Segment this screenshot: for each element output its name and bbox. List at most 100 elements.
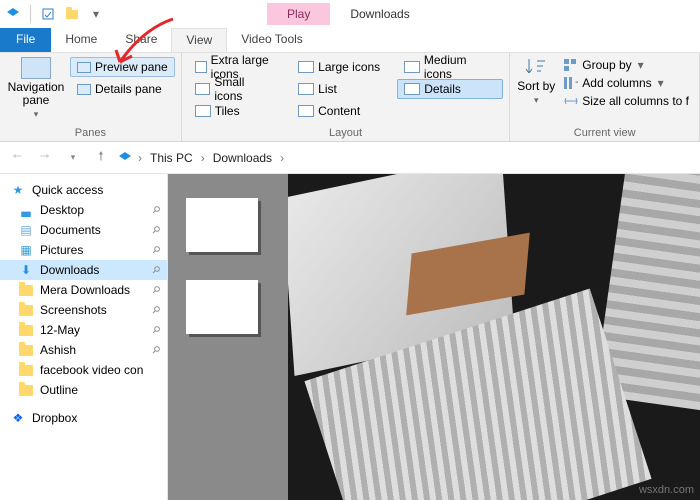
group-by-button[interactable]: Group by▾ <box>560 57 693 73</box>
sidebar-dropbox[interactable]: ❖Dropbox <box>0 408 167 428</box>
sidebar-item-ashish[interactable]: Ashish⚲ <box>0 340 167 360</box>
sidebar-item-outline[interactable]: Outline <box>0 380 167 400</box>
back-button[interactable]: 🠔 <box>6 147 28 169</box>
navigation-pane-icon <box>21 57 51 79</box>
pin-icon: ⚲ <box>149 324 162 337</box>
folder-icon <box>18 383 34 397</box>
layout-extra-large[interactable]: Extra large icons <box>188 57 281 77</box>
folder-icon <box>18 363 34 377</box>
folder-icon <box>18 283 34 297</box>
details-icon <box>404 83 420 95</box>
svg-text:+: + <box>575 77 578 89</box>
qat-properties-icon[interactable] <box>37 3 59 25</box>
layout-tiles[interactable]: Tiles <box>188 101 281 121</box>
sidebar-item-mera-downloads[interactable]: Mera Downloads⚲ <box>0 280 167 300</box>
chevron-right-icon[interactable]: › <box>276 151 288 165</box>
extra-large-icon <box>195 61 207 73</box>
location-arrow-icon <box>118 151 132 165</box>
layout-small[interactable]: Small icons <box>188 79 281 99</box>
sidebar-item-pictures[interactable]: ▦Pictures⚲ <box>0 240 167 260</box>
recent-dropdown[interactable]: ▾ <box>62 147 84 169</box>
thumbnail-item[interactable] <box>186 198 258 252</box>
pin-icon: ⚲ <box>149 344 162 357</box>
ribbon-tabs: File Home Share View Video Tools <box>0 28 700 52</box>
list-icon <box>298 83 314 95</box>
forward-button[interactable]: 🠖 <box>34 147 56 169</box>
details-pane-icon <box>77 84 91 95</box>
layout-large[interactable]: Large icons <box>291 57 387 77</box>
crumb-downloads[interactable]: Downloads <box>211 149 274 167</box>
tab-home[interactable]: Home <box>51 28 111 52</box>
tab-view[interactable]: View <box>171 28 227 52</box>
group-layout: Extra large icons Large icons Medium ico… <box>182 53 511 141</box>
star-icon: ★ <box>10 183 26 197</box>
preview-pane-icon <box>77 62 91 73</box>
content-icon <box>298 105 314 117</box>
quick-access-toolbar: ▾ <box>0 3 107 25</box>
navigation-sidebar: ★ Quick access ▃Desktop⚲ ▤Documents⚲ ▦Pi… <box>0 174 168 500</box>
crumb-this-pc[interactable]: This PC <box>148 149 195 167</box>
sort-icon <box>525 57 547 77</box>
pin-icon: ⚲ <box>149 304 162 317</box>
pin-icon: ⚲ <box>149 264 162 277</box>
watermark: wsxdn.com <box>639 484 694 496</box>
folder-icon <box>18 303 34 317</box>
group-current-view-label: Current view <box>516 127 693 141</box>
preview-pane-content <box>288 174 700 500</box>
pictures-icon: ▦ <box>18 243 34 257</box>
up-button[interactable]: 🠕 <box>90 147 112 169</box>
downloads-arrow-icon: ⬇ <box>18 263 34 277</box>
pin-icon: ⚲ <box>149 204 162 217</box>
tab-share[interactable]: Share <box>111 28 171 52</box>
sidebar-item-12-may[interactable]: 12-May⚲ <box>0 320 167 340</box>
add-columns-icon: + <box>564 77 578 89</box>
group-panes-label: Panes <box>6 127 175 141</box>
qat-dropdown-icon[interactable]: ▾ <box>85 3 107 25</box>
address-bar: 🠔 🠖 ▾ 🠕 › This PC › Downloads › <box>0 142 700 174</box>
dropbox-icon: ❖ <box>10 411 26 425</box>
preview-pane-label: Preview pane <box>95 60 168 74</box>
folder-icon <box>18 343 34 357</box>
sidebar-item-screenshots[interactable]: Screenshots⚲ <box>0 300 167 320</box>
preview-pane-button[interactable]: Preview pane <box>70 57 175 77</box>
add-columns-button[interactable]: +Add columns▾ <box>560 75 693 91</box>
ribbon: Navigation pane ▾ Preview pane Details p… <box>0 52 700 142</box>
chevron-right-icon[interactable]: › <box>197 151 209 165</box>
window-title: Downloads <box>350 7 409 21</box>
sort-by-button[interactable]: Sort by ▾ <box>516 57 556 109</box>
qat-new-folder-icon[interactable] <box>61 3 83 25</box>
group-layout-label: Layout <box>188 127 504 141</box>
layout-details[interactable]: Details <box>397 79 503 99</box>
sidebar-item-facebook-video[interactable]: facebook video con <box>0 360 167 380</box>
pin-icon: ⚲ <box>149 284 162 297</box>
folder-icon <box>18 323 34 337</box>
sidebar-item-documents[interactable]: ▤Documents⚲ <box>0 220 167 240</box>
breadcrumb[interactable]: › This PC › Downloads › <box>118 149 288 167</box>
sidebar-item-desktop[interactable]: ▃Desktop⚲ <box>0 200 167 220</box>
title-bar: ▾ Play Downloads <box>0 0 700 28</box>
layout-content[interactable]: Content <box>291 101 387 121</box>
thumbnail-strip <box>168 174 288 500</box>
tab-video-tools[interactable]: Video Tools <box>227 28 317 52</box>
thumbnail-item[interactable] <box>186 280 258 334</box>
size-columns-icon <box>564 95 578 107</box>
tiles-icon <box>195 105 211 117</box>
layout-medium[interactable]: Medium icons <box>397 57 503 77</box>
details-pane-button[interactable]: Details pane <box>70 79 175 99</box>
size-columns-button[interactable]: Size all columns to f <box>560 93 693 109</box>
main-area: ★ Quick access ▃Desktop⚲ ▤Documents⚲ ▦Pi… <box>0 174 700 500</box>
navigation-pane-button[interactable]: Navigation pane ▾ <box>6 57 66 120</box>
content-area <box>168 174 700 500</box>
chevron-right-icon[interactable]: › <box>134 151 146 165</box>
tab-file[interactable]: File <box>0 28 51 52</box>
contextual-tab-play[interactable]: Play <box>267 3 330 25</box>
sidebar-item-downloads[interactable]: ⬇Downloads⚲ <box>0 260 167 280</box>
sidebar-quick-access[interactable]: ★ Quick access <box>0 180 167 200</box>
pin-icon: ⚲ <box>149 224 162 237</box>
group-by-icon <box>564 59 578 71</box>
details-pane-label: Details pane <box>95 82 162 96</box>
app-icon[interactable] <box>2 3 24 25</box>
layout-list[interactable]: List <box>291 79 387 99</box>
group-current-view: Sort by ▾ Group by▾ +Add columns▾ Size a… <box>510 53 700 141</box>
medium-icon <box>404 61 420 73</box>
